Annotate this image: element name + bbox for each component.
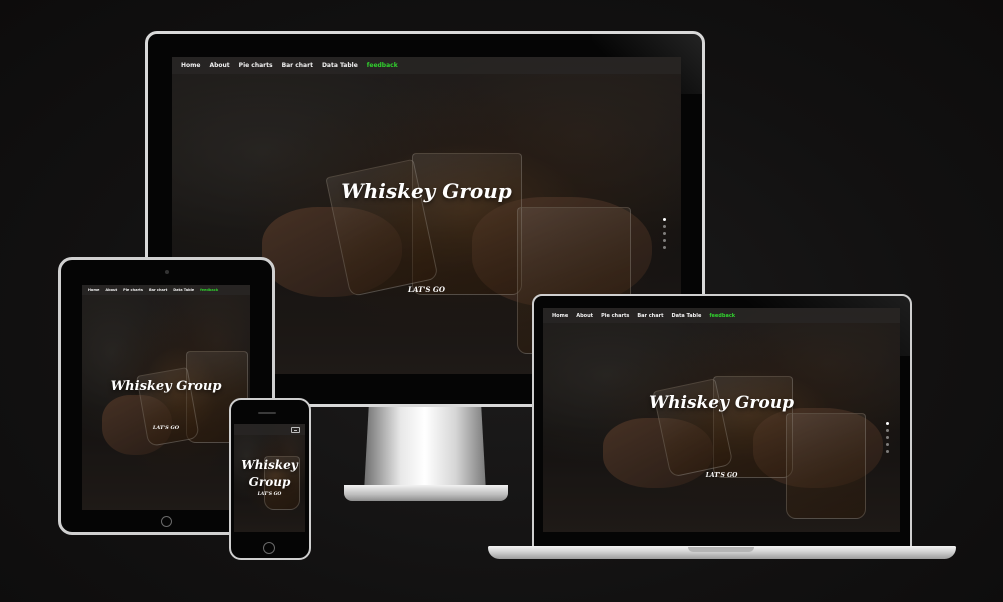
nav-pie-charts[interactable]: Pie charts: [601, 313, 629, 319]
nav-bar-chart[interactable]: Bar chart: [637, 313, 663, 319]
phone-home-button[interactable]: [263, 542, 275, 554]
tablet-camera: [165, 270, 169, 274]
desktop-navbar: Home About Pie charts Bar chart Data Tab…: [172, 57, 681, 74]
nav-feedback[interactable]: feedback: [367, 62, 398, 69]
monitor-base: [344, 485, 508, 501]
carousel-indicator-dots[interactable]: [886, 422, 889, 457]
hero-title-line-2: Group: [248, 475, 291, 489]
tablet-home-button[interactable]: [161, 516, 172, 527]
nav-bar-chart[interactable]: Bar chart: [282, 62, 313, 69]
phone-speaker: [258, 412, 276, 414]
nav-about[interactable]: About: [105, 288, 117, 292]
hero-cta-button[interactable]: LAT'S GO: [82, 425, 250, 431]
nav-about[interactable]: About: [209, 62, 229, 69]
nav-data-table[interactable]: Data Table: [322, 62, 358, 69]
nav-about[interactable]: About: [576, 313, 593, 319]
laptop-screen: Home About Pie charts Bar chart Data Tab…: [543, 308, 900, 532]
laptop-notch: [688, 547, 754, 552]
nav-data-table[interactable]: Data Table: [173, 288, 194, 292]
hero-title: Whiskey Group: [110, 379, 222, 394]
nav-feedback[interactable]: feedback: [200, 288, 218, 292]
hero-cta-button[interactable]: LAT'S GO: [234, 492, 305, 497]
nav-feedback[interactable]: feedback: [709, 313, 735, 319]
phone-screen: Whiskey Group LAT'S GO: [234, 424, 305, 532]
nav-home[interactable]: Home: [181, 62, 200, 69]
tablet-navbar: Home About Pie charts Bar chart Data Tab…: [82, 285, 250, 295]
laptop-navbar: Home About Pie charts Bar chart Data Tab…: [543, 308, 900, 323]
nav-pie-charts[interactable]: Pie charts: [239, 62, 273, 69]
monitor-stand: [364, 404, 486, 492]
nav-pie-charts[interactable]: Pie charts: [123, 288, 143, 292]
nav-data-table[interactable]: Data Table: [671, 313, 701, 319]
hero-title: Whiskey Group: [649, 393, 794, 413]
nav-home[interactable]: Home: [88, 288, 99, 292]
hero-title-line-1: Whiskey: [241, 458, 298, 472]
hamburger-menu-icon[interactable]: [291, 427, 300, 433]
hero-cta-button[interactable]: LAT'S GO: [543, 472, 900, 479]
nav-home[interactable]: Home: [552, 313, 568, 319]
carousel-indicator-dots[interactable]: [663, 218, 666, 253]
hero-title: Whiskey Group: [341, 179, 512, 203]
tablet-screen: Home About Pie charts Bar chart Data Tab…: [82, 285, 250, 510]
nav-bar-chart[interactable]: Bar chart: [149, 288, 167, 292]
